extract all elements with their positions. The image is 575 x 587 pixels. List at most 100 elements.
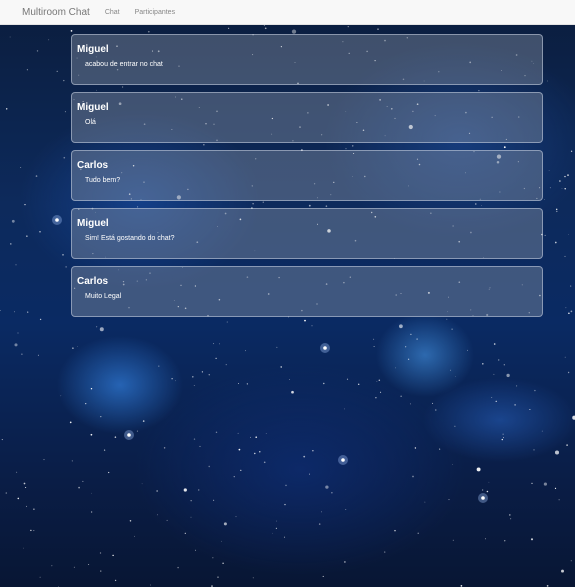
message-text: Tudo bem? <box>85 177 121 184</box>
star <box>55 218 59 222</box>
star <box>347 26 349 28</box>
star <box>303 455 306 458</box>
star <box>448 499 450 501</box>
star <box>5 492 8 494</box>
star <box>39 318 42 321</box>
star <box>5 108 8 110</box>
star <box>394 529 396 532</box>
star <box>177 566 179 569</box>
star <box>533 449 535 451</box>
star <box>285 484 287 487</box>
star <box>567 371 570 374</box>
star <box>265 432 267 434</box>
star <box>375 397 377 399</box>
star <box>564 188 566 190</box>
star <box>219 343 220 345</box>
star <box>60 395 62 397</box>
star <box>570 285 572 287</box>
star <box>341 458 345 462</box>
nav-link-participantes[interactable]: Participantes <box>135 9 175 16</box>
star <box>558 499 560 501</box>
star <box>482 363 484 365</box>
star <box>543 482 547 486</box>
star <box>345 509 347 510</box>
star <box>481 489 484 491</box>
star <box>15 264 17 266</box>
message-list: Miguel acabou de entrar no chat Miguel O… <box>71 34 543 324</box>
star <box>69 421 72 424</box>
message-item: Miguel Sim! Está gostando do chat? <box>71 208 543 259</box>
star <box>190 516 192 518</box>
star <box>502 433 504 435</box>
star <box>166 519 168 521</box>
star <box>142 420 145 422</box>
star <box>254 452 256 455</box>
star <box>493 343 496 345</box>
star <box>531 482 533 485</box>
star <box>407 358 410 360</box>
star <box>380 391 382 393</box>
star-glow <box>52 215 62 225</box>
message-text: Muito Legal <box>85 293 122 300</box>
star <box>410 333 412 336</box>
star <box>175 380 176 382</box>
star <box>17 497 20 500</box>
star <box>212 557 214 559</box>
message-item: Carlos Muito Legal <box>71 266 543 317</box>
message-text: Olá <box>85 119 96 126</box>
star <box>554 241 557 244</box>
star <box>554 487 557 490</box>
star <box>399 324 403 329</box>
star <box>495 400 497 402</box>
star <box>194 549 197 551</box>
nav-link-chat[interactable]: Chat <box>105 9 120 16</box>
star <box>424 501 426 503</box>
star <box>568 312 570 315</box>
star <box>252 577 254 579</box>
star <box>233 476 235 478</box>
star <box>129 520 132 522</box>
star <box>85 402 87 405</box>
star <box>23 547 24 549</box>
star <box>24 204 26 206</box>
star <box>16 471 18 473</box>
star <box>346 378 349 380</box>
star <box>237 382 240 385</box>
star <box>20 167 22 169</box>
navbar-brand[interactable]: Multiroom Chat <box>22 7 90 18</box>
star <box>325 485 329 489</box>
star <box>488 481 490 483</box>
star <box>158 365 160 367</box>
star <box>491 397 493 398</box>
star <box>217 576 219 578</box>
star <box>373 338 375 340</box>
star <box>14 343 18 347</box>
star <box>547 80 548 82</box>
star <box>289 379 290 381</box>
star <box>454 425 456 427</box>
star <box>193 385 195 386</box>
star <box>223 522 227 526</box>
star <box>544 199 545 200</box>
star <box>11 219 15 223</box>
message-item: Miguel Olá <box>71 92 543 143</box>
star <box>276 346 278 348</box>
star <box>549 187 551 189</box>
star <box>43 459 45 461</box>
star <box>199 445 201 447</box>
star <box>570 150 573 152</box>
star <box>96 326 98 328</box>
star <box>416 338 418 340</box>
star <box>504 540 506 542</box>
star <box>90 388 93 390</box>
star <box>26 505 28 507</box>
star <box>245 350 246 352</box>
star <box>134 535 135 537</box>
star <box>99 552 102 554</box>
star <box>240 469 242 472</box>
star <box>30 529 32 532</box>
star <box>439 448 441 450</box>
star <box>35 175 38 177</box>
star <box>384 551 386 553</box>
star <box>451 328 453 330</box>
